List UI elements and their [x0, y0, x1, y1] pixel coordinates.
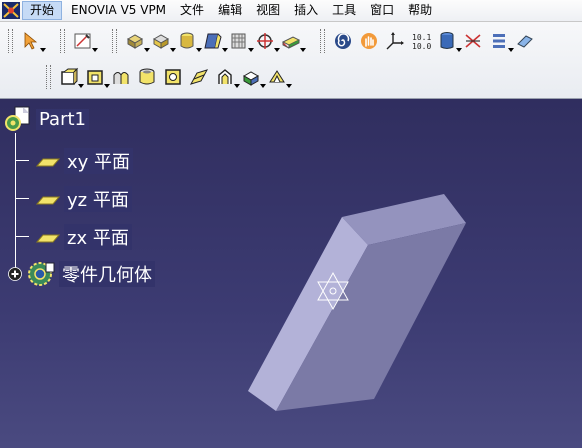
plane-icon [35, 234, 61, 243]
select-arrow-icon[interactable] [20, 30, 46, 52]
tree-root-label: Part1 [36, 108, 89, 130]
menu-tools[interactable]: 工具 [325, 0, 363, 21]
expand-plus-icon[interactable] [7, 266, 23, 282]
3d-viewport[interactable]: Part1 xy 平面 yz 平面 zx 平面 零件几何体 [0, 99, 582, 448]
plane-icon[interactable] [280, 30, 306, 52]
svg-text:10.1: 10.1 [412, 33, 431, 42]
menu-view[interactable]: 视图 [249, 0, 287, 21]
pocket-icon[interactable] [150, 30, 176, 52]
menu-file[interactable]: 文件 [173, 0, 211, 21]
spiral-icon[interactable] [332, 30, 354, 52]
toolbar-grip[interactable] [46, 65, 51, 89]
toolbar-grip[interactable] [320, 29, 325, 53]
tree-node-xy-plane[interactable]: xy 平面 [31, 148, 134, 174]
sketcher-icon[interactable] [72, 30, 98, 52]
plane-icon [35, 158, 61, 167]
toolbar-grip[interactable] [60, 29, 65, 53]
rib-icon[interactable] [214, 66, 240, 88]
tree-node-part1[interactable]: Part1 [3, 105, 89, 139]
toolbar-grip[interactable] [8, 29, 13, 53]
menu-edit[interactable]: 编辑 [211, 0, 249, 21]
hole-icon[interactable] [228, 30, 254, 52]
tree-label-xy-plane: xy 平面 [64, 148, 134, 174]
eraser-icon[interactable] [514, 30, 536, 52]
part-icon [5, 106, 30, 131]
edge-fillet-icon[interactable] [58, 66, 84, 88]
menu-enovia[interactable]: ENOVIA V5 VPM [64, 0, 173, 21]
shell-icon[interactable] [136, 66, 158, 88]
tree-node-zx-plane[interactable]: zx 平面 [31, 224, 132, 250]
menu-bar: 开始 ENOVIA V5 VPM 文件 编辑 视图 插入 工具 窗口 帮助 [0, 0, 582, 22]
tree-label-zx-plane: zx 平面 [64, 224, 132, 250]
toolbar-row-1: 10.1 10.0 [0, 24, 538, 58]
point-icon[interactable] [254, 30, 280, 52]
tree-connector [15, 133, 16, 269]
tree-node-yz-plane[interactable]: yz 平面 [31, 186, 132, 212]
menu-window[interactable]: 窗口 [363, 0, 401, 21]
axis-system-icon[interactable] [384, 30, 406, 52]
tree-connector [15, 236, 29, 237]
body-gear-icon [28, 262, 55, 286]
tree-connector [15, 198, 29, 199]
pad-icon[interactable] [124, 30, 150, 52]
toolbar-row-2 [38, 60, 292, 94]
stiffener-icon[interactable] [266, 66, 292, 88]
menu-insert[interactable]: 插入 [287, 0, 325, 21]
groove-icon[interactable] [202, 30, 228, 52]
tree-node-body[interactable]: 零件几何体 [7, 259, 155, 289]
slot-icon[interactable] [240, 66, 266, 88]
thread-icon[interactable] [188, 66, 210, 88]
tree-label-yz-plane: yz 平面 [64, 186, 132, 212]
toolbar-grip[interactable] [112, 29, 117, 53]
menu-help[interactable]: 帮助 [401, 0, 439, 21]
catia-logo-icon[interactable] [0, 0, 22, 21]
svg-text:10.0: 10.0 [412, 42, 431, 51]
tree-label-body: 零件几何体 [59, 261, 155, 287]
draft-icon[interactable] [110, 66, 132, 88]
menu-start[interactable]: 开始 [22, 1, 63, 20]
database-icon[interactable] [436, 30, 462, 52]
measure-icon[interactable] [462, 30, 484, 52]
list-icon[interactable] [488, 30, 514, 52]
hand-icon[interactable] [358, 30, 380, 52]
tree-connector [15, 160, 29, 161]
specification-tree: Part1 xy 平面 yz 平面 zx 平面 零件几何体 [0, 99, 260, 299]
thickness-icon[interactable] [162, 66, 184, 88]
chamfer-icon[interactable] [84, 66, 110, 88]
shaft-icon[interactable] [176, 30, 202, 52]
plane-icon [35, 196, 61, 205]
toolbar-area: 10.1 10.0 [0, 22, 582, 99]
parameters-icon[interactable]: 10.1 10.0 [410, 30, 432, 52]
